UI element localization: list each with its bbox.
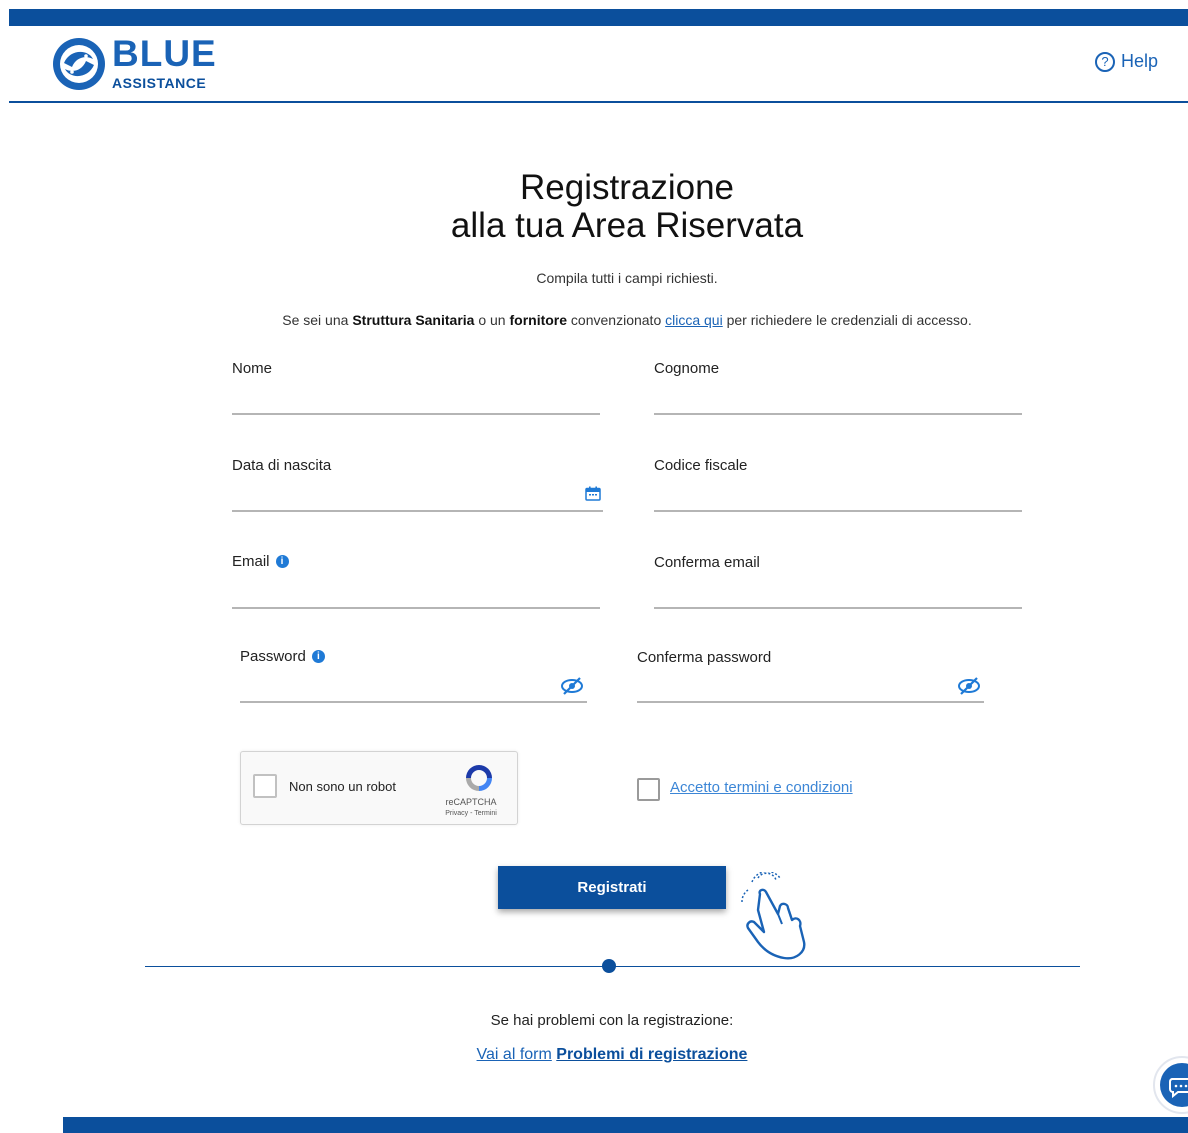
cognome-input[interactable] <box>654 389 1022 415</box>
password-info-icon[interactable]: i <box>311 650 325 663</box>
help-link[interactable]: ? Help <box>1095 51 1158 72</box>
fish-logo-icon <box>53 38 105 90</box>
problems-link-bold[interactable]: Problemi di registrazione <box>556 1046 747 1063</box>
page-title: Registrazione <box>520 168 734 207</box>
recaptcha-links[interactable]: Privacy - Termini <box>431 810 511 817</box>
nome-label: Nome <box>232 360 272 377</box>
eye-slash-icon[interactable] <box>560 676 584 696</box>
header-divider <box>9 101 1188 103</box>
page-title-line2: alla tua Area Riservata <box>450 206 804 245</box>
email-info-icon[interactable]: i <box>275 555 289 568</box>
password-label: Password i <box>240 648 325 665</box>
notice-text-4: per richiedere le credenziali di accesso… <box>722 312 972 328</box>
provider-notice: Se sei una Struttura Sanitaria o un forn… <box>0 312 1188 328</box>
conferma-password-label: Conferma password <box>637 649 771 666</box>
pointing-hand-icon <box>741 872 806 960</box>
notice-bold-2: fornitore <box>509 312 568 328</box>
codice-fiscale-label: Codice fiscale <box>654 457 747 474</box>
notice-text-1: Se sei una <box>282 312 353 328</box>
page-subtitle: Compila tutti i campi richiesti. <box>536 270 718 286</box>
codice-fiscale-label-text: Codice fiscale <box>654 457 748 474</box>
recaptcha-label: Non sono un robot <box>289 779 396 794</box>
help-circle-icon: ? <box>1095 51 1115 72</box>
recaptcha-widget: Non sono un robot reCAPTCHA Privacy - Te… <box>240 751 518 825</box>
recaptcha-logo-icon <box>466 765 492 791</box>
password-label-text: Password <box>240 648 306 665</box>
terms-link[interactable]: Accetto termini e condizioni <box>670 779 853 796</box>
header-top-bar <box>9 9 1188 26</box>
nome-label-text: Nome <box>232 360 273 377</box>
problems-link-prefix[interactable]: Vai al form <box>477 1046 552 1063</box>
conferma-password-label-text: Conferma password <box>637 649 772 666</box>
logo-subtitle: ASSISTANCE <box>112 75 207 91</box>
email-input[interactable] <box>232 583 600 609</box>
data-nascita-label: Data di nascita <box>232 457 331 474</box>
cognome-label: Cognome <box>654 360 719 377</box>
codice-fiscale-input[interactable] <box>654 486 1022 512</box>
recaptcha-brand: reCAPTCHA <box>445 797 497 807</box>
chat-icon[interactable] <box>1152 1055 1188 1115</box>
eye-slash-icon[interactable] <box>957 676 981 696</box>
cognome-label-text: Cognome <box>654 360 720 377</box>
email-label-text: Email <box>232 553 270 570</box>
logo-title: BLUE <box>112 33 217 74</box>
email-label: Email i <box>232 553 289 570</box>
nome-input[interactable] <box>232 389 600 415</box>
conferma-email-label: Conferma email <box>654 554 760 571</box>
conferma-password-input[interactable] <box>637 677 984 703</box>
register-button[interactable]: Registrati <box>498 866 726 909</box>
brand-logo[interactable]: BLUE ASSISTANCE <box>52 33 222 93</box>
recaptcha-checkbox[interactable] <box>253 774 277 798</box>
problems-text: Se hai problemi con la registrazione: <box>490 1012 734 1029</box>
data-nascita-input[interactable] <box>232 486 603 512</box>
help-label: Help <box>1121 51 1159 71</box>
password-input[interactable] <box>240 677 587 703</box>
terms-checkbox[interactable] <box>637 778 660 801</box>
data-nascita-label-text: Data di nascita <box>232 457 332 474</box>
conferma-email-input[interactable] <box>654 583 1022 609</box>
notice-text-3: convenzionato <box>567 312 666 328</box>
notice-bold-1: Struttura Sanitaria <box>352 312 475 328</box>
footer-bar <box>63 1117 1188 1133</box>
notice-text-2: o un <box>474 312 510 328</box>
conferma-email-label-text: Conferma email <box>654 554 760 571</box>
calendar-icon[interactable] <box>585 486 601 501</box>
clicca-qui-link[interactable]: clicca qui <box>665 312 723 328</box>
divider-dot <box>602 959 616 973</box>
problems-form-link[interactable]: Vai al form Problemi di registrazione <box>0 1046 1188 1064</box>
